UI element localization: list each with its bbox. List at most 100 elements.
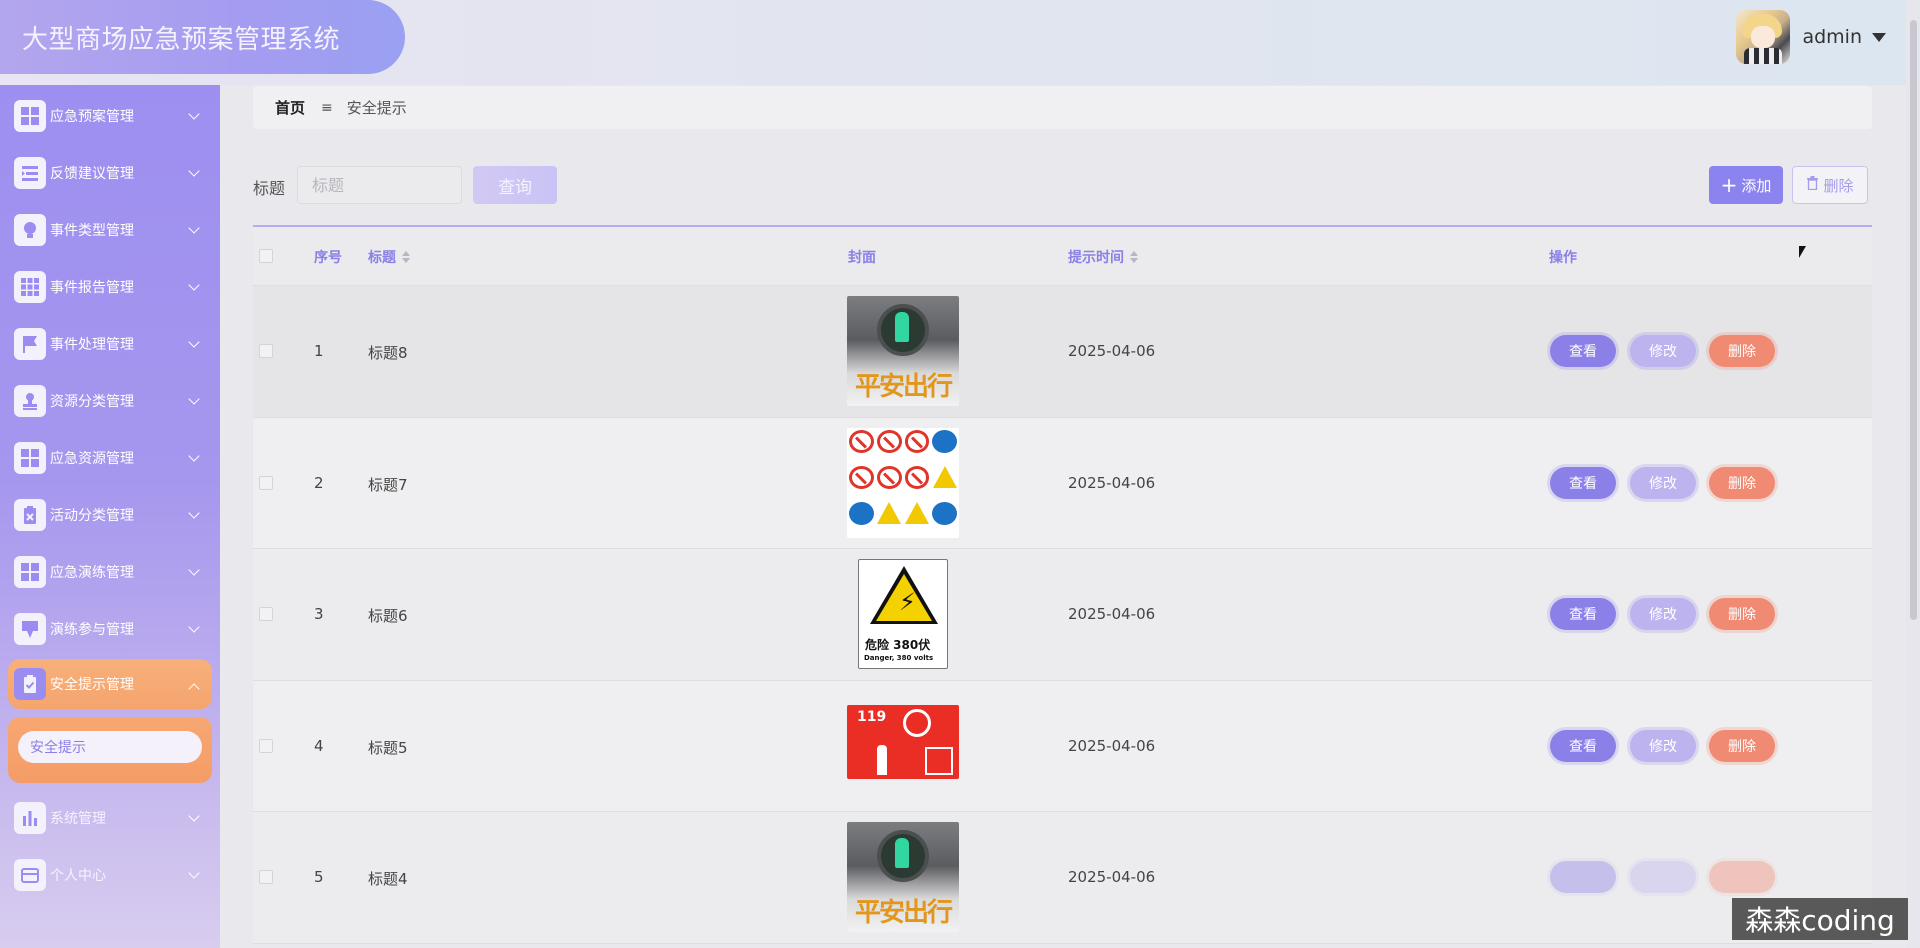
row-checkbox[interactable] [259,738,273,753]
sidebar-item-system[interactable]: 系统管理 [0,789,220,846]
sidebar-item-safety-tips[interactable]: 安全提示管理 [8,659,212,709]
view-button[interactable] [1550,861,1616,894]
delete-button[interactable]: 删除 [1709,466,1775,499]
sidebar-item-feedback[interactable]: 反馈建议管理 [0,144,220,201]
grid-icon [14,555,46,588]
sidebar-item-emergency-resource[interactable]: 应急资源管理 [0,429,220,486]
cover-image-traffic: 平安出行 [847,822,959,932]
row-index: 3 [314,605,324,623]
brand-banner: 大型商场应急预案管理系统 [0,0,405,74]
sidebar-item-label: 活动分类管理 [50,507,134,524]
grid-icon [14,441,46,474]
breadcrumb-separator: ≡ [321,99,333,116]
delete-button[interactable]: 删除 [1709,729,1775,762]
clipboard-x-icon [14,498,46,531]
watermark: 森森coding [1732,898,1908,940]
sidebar-item-emergency-plan[interactable]: 应急预案管理 [0,87,220,144]
scrollbar-thumb[interactable] [1910,20,1917,620]
chevron-down-icon [188,279,200,291]
edit-button[interactable]: 修改 [1630,598,1696,631]
username[interactable]: admin [1802,26,1862,48]
trash-icon [1806,176,1819,194]
stamp-icon [14,384,46,417]
sidebar-item-drill[interactable]: 应急演练管理 [0,543,220,600]
sidebar-item-event-type[interactable]: 事件类型管理 [0,201,220,258]
sidebar-item-event-report[interactable]: 事件报告管理 [0,258,220,315]
sort-icon[interactable] [402,251,410,263]
sort-icon[interactable] [1130,251,1138,263]
th-title-label: 标题 [368,250,396,266]
avatar[interactable] [1736,10,1791,64]
bar-chart-icon [14,801,46,834]
search-button[interactable]: 查询 [473,166,557,204]
chevron-down-icon [188,165,200,177]
sidebar-item-label: 资源分类管理 [50,393,134,410]
bulb-icon [14,213,46,246]
table-row: 1 标题8 平安出行 2025-04-06 查看 修改 删除 [253,286,1872,418]
edit-button[interactable]: 修改 [1630,729,1696,762]
row-title: 标题6 [368,607,408,625]
chevron-down-icon [188,621,200,633]
row-index: 5 [314,868,324,886]
delete-button[interactable]: 删除 [1709,335,1775,368]
sidebar-item-label: 安全提示管理 [50,677,134,693]
th-time[interactable]: 提示时间 [1068,247,1138,267]
batch-delete-button[interactable]: 删除 [1792,166,1868,204]
view-button[interactable]: 查看 [1550,335,1616,368]
view-button[interactable]: 查看 [1550,598,1616,631]
row-index: 4 [314,736,324,755]
user-menu[interactable]: admin [1736,10,1886,64]
add-button[interactable]: + 添加 [1709,166,1783,204]
delete-button[interactable]: 删除 [1709,598,1775,631]
th-title[interactable]: 标题 [368,247,410,267]
view-button[interactable]: 查看 [1550,466,1616,499]
flag-icon [14,327,46,360]
edit-button[interactable]: 修改 [1630,466,1696,499]
sidebar-item-personal-center[interactable]: 个人中心 [0,846,220,903]
view-button[interactable]: 查看 [1550,729,1616,762]
th-index: 序号 [314,250,342,266]
submenu-item-safety-tip[interactable]: 安全提示 [18,731,202,763]
chevron-down-icon [188,222,200,234]
select-all-checkbox[interactable] [259,249,273,263]
edit-button[interactable] [1630,861,1696,894]
row-checkbox[interactable] [259,870,273,884]
page-scrollbar[interactable] [1906,0,1920,948]
row-checkbox[interactable] [259,344,273,358]
cover-image-danger: ⚡ 危险 380伏 Danger, 380 volts [858,559,948,669]
row-index: 2 [314,473,324,492]
edit-button[interactable]: 修改 [1630,335,1696,368]
row-time: 2025-04-06 [1068,473,1156,492]
chevron-down-icon [188,108,200,120]
sidebar-item-activity-category[interactable]: 活动分类管理 [0,486,220,543]
delete-button[interactable] [1709,861,1775,894]
sidebar-item-label: 应急演练管理 [50,564,134,581]
cover-image-signs [847,427,959,538]
safety-tips-table: 序号 标题 封面 提示时间 操作 1 标题8 平安出行 2025-04-06 查… [253,225,1872,948]
table-row: 3 标题6 ⚡ 危险 380伏 Danger, 380 volts 2025-0… [253,549,1872,681]
grid-icon [14,99,46,132]
breadcrumb-home[interactable]: 首页 [275,97,305,118]
breadcrumb-current: 安全提示 [346,99,407,117]
caret-down-icon[interactable] [1872,32,1886,42]
sidebar: 应急预案管理 反馈建议管理 事件类型管理 事件报告管理 事件处理管理 资源分类管 [0,85,220,948]
wallet-icon [14,858,46,891]
row-title: 标题7 [368,475,408,494]
sidebar-item-drill-participation[interactable]: 演练参与管理 [0,600,220,657]
cover-image-text: 平安出行 [855,372,953,402]
search-title-input[interactable] [297,166,462,204]
th-ops: 操作 [1549,250,1577,266]
list-icon [14,156,46,189]
row-time: 2025-04-06 [1068,342,1156,360]
row-checkbox[interactable] [259,607,273,621]
chevron-down-icon [188,564,200,576]
clipboard-check-icon [14,668,46,700]
submenu-safety-tips: 安全提示 [8,717,212,783]
table-row: 2 标题7 2025-04-06 查看 修改 删除 [253,417,1872,549]
row-time: 2025-04-06 [1068,605,1156,623]
row-checkbox[interactable] [259,475,273,490]
sidebar-item-event-handling[interactable]: 事件处理管理 [0,315,220,372]
chevron-down-icon [188,336,200,348]
row-time: 2025-04-06 [1068,736,1156,755]
sidebar-item-resource-category[interactable]: 资源分类管理 [0,372,220,429]
